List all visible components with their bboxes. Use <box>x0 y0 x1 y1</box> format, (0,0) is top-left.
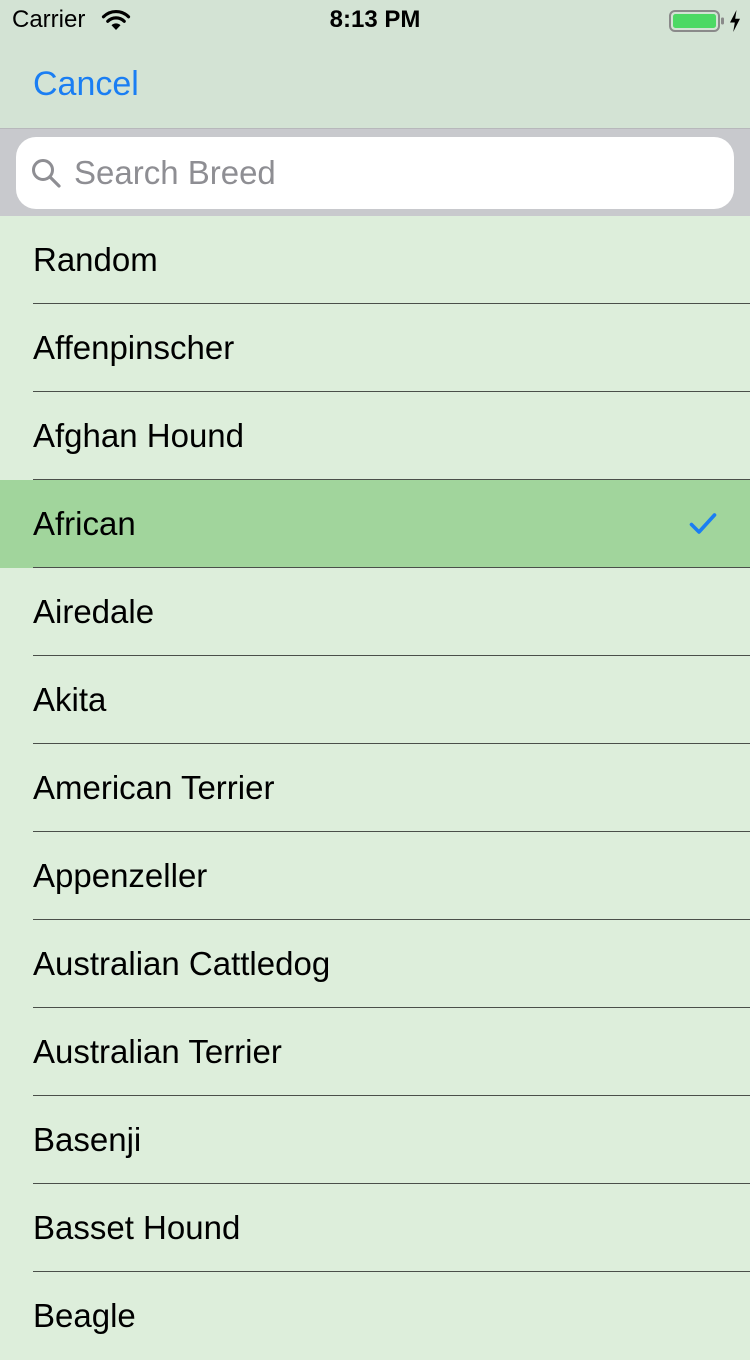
cancel-button[interactable]: Cancel <box>33 64 139 104</box>
checkmark-icon <box>689 513 717 534</box>
breed-row-afghan-hound[interactable]: Afghan Hound <box>0 392 750 480</box>
breed-row-american-terrier[interactable]: American Terrier <box>0 744 750 832</box>
breed-row-airedale[interactable]: Airedale <box>0 568 750 656</box>
breed-row-beagle[interactable]: Beagle <box>0 1272 750 1360</box>
breed-row-basenji[interactable]: Basenji <box>0 1096 750 1184</box>
charging-icon <box>730 10 740 32</box>
search-bar <box>0 128 750 216</box>
search-field[interactable] <box>16 137 734 209</box>
breed-list: Random Affenpinscher Afghan Hound Africa… <box>0 216 750 1360</box>
status-bar: Carrier 8:13 PM <box>0 0 750 40</box>
breed-label: American Terrier <box>33 769 275 806</box>
breed-label: Australian Terrier <box>33 1033 282 1070</box>
breed-row-random[interactable]: Random <box>0 216 750 304</box>
breed-row-basset-hound[interactable]: Basset Hound <box>0 1184 750 1272</box>
breed-row-akita[interactable]: Akita <box>0 656 750 744</box>
breed-row-australian-cattledog[interactable]: Australian Cattledog <box>0 920 750 1008</box>
breed-label: Beagle <box>33 1297 136 1334</box>
breed-label: Akita <box>33 681 107 718</box>
status-time: 8:13 PM <box>329 6 421 33</box>
breed-row-affenpinscher[interactable]: Affenpinscher <box>0 304 750 392</box>
breed-label: Basenji <box>33 1121 142 1158</box>
breed-label: African <box>33 505 136 542</box>
breed-label: Afghan Hound <box>33 417 245 454</box>
breed-label: Basset Hound <box>33 1209 241 1246</box>
breed-row-appenzeller[interactable]: Appenzeller <box>0 832 750 920</box>
search-input[interactable] <box>74 147 714 199</box>
breed-label: Appenzeller <box>33 857 208 894</box>
breed-row-african[interactable]: African <box>0 480 750 568</box>
battery-icon <box>669 10 724 32</box>
breed-label: Random <box>33 241 158 278</box>
breed-label: Airedale <box>33 593 155 630</box>
breed-row-australian-terrier[interactable]: Australian Terrier <box>0 1008 750 1096</box>
breed-label: Affenpinscher <box>33 329 235 366</box>
breed-label: Australian Cattledog <box>33 945 331 982</box>
navigation-header: Carrier 8:13 PM Cancel <box>0 0 750 128</box>
search-icon <box>32 159 61 188</box>
